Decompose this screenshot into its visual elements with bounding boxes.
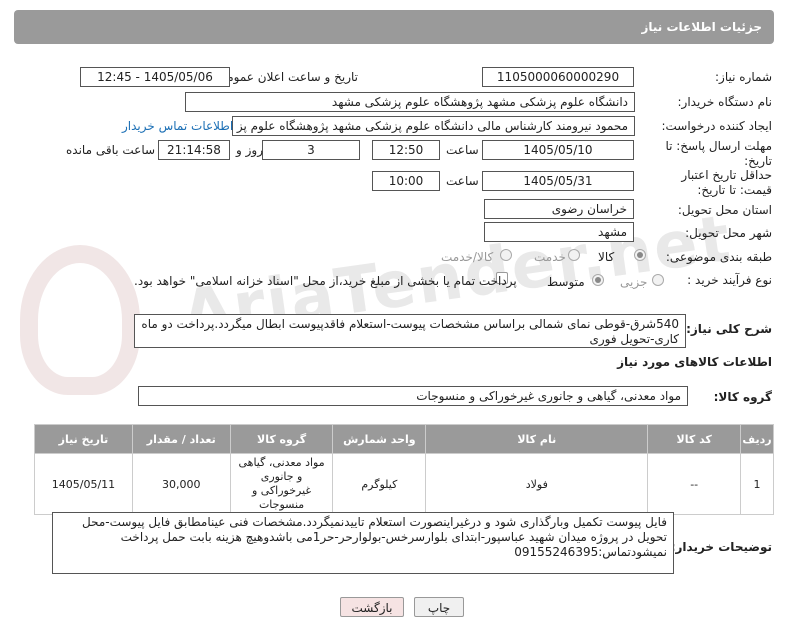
goods-group-field: مواد معدنی، گیاهی و جانوری غیرخوراکی و م… [138,386,688,406]
process-radio-medium[interactable] [592,274,604,286]
requester-field: محمود نیرومند کارشناس مالی دانشگاه علوم … [232,116,635,136]
buyer-org-field: دانشگاه علوم پزشکی مشهد پژوهشگاه علوم پز… [185,92,635,112]
process-option-minor: جزیی [620,275,648,289]
remaining-time-field: 21:14:58 [158,140,230,160]
buyer-notes-label: توضیحات خریدار: [670,540,772,554]
days-remaining-field: 3 [262,140,360,160]
buyer-contact-link[interactable]: اطلاعات تماس خریدار [122,119,233,133]
category-radio-service[interactable] [568,249,580,261]
requester-label: ایجاد کننده درخواست: [661,119,772,133]
process-radio-minor[interactable] [652,274,664,286]
category-label: طبقه بندی موضوعی: [665,250,772,264]
price-validity-label: حداقل تاریخ اعتبار قیمت: تا تاریخ: [681,168,772,197]
need-details-page: AriaTender.net جزئیات اطلاعات نیاز شماره… [0,0,788,632]
category-radio-goods-service[interactable] [500,249,512,261]
col-need-date: تاریخ نیاز [34,424,133,454]
col-goods-group: گروه کالا [229,424,334,454]
description-textarea: 540شرق-قوطی نمای شمالی براساس مشخصات پیو… [134,314,686,348]
category-option-goods-service: کالا/خدمت [441,250,494,264]
need-number-field: 1105000060000290 [482,67,634,87]
cell-goods-code: -- [647,453,742,515]
deadline-time-field: 12:50 [372,140,440,160]
deadline-time-label: ساعت [446,143,479,157]
goods-section-title: اطلاعات کالاهای مورد نیاز [617,355,772,369]
days-label: روز و [236,143,263,157]
province-label: استان محل تحویل: [677,203,772,217]
watermark-logo [20,245,140,395]
goods-table: ردیف کد کالا نام کالا واحد شمارش گروه کا… [34,424,774,515]
cell-quantity: 30,000 [131,453,231,515]
goods-group-label: گروه کالا: [713,390,772,404]
process-type-label: نوع فرآیند خرید : [687,273,772,287]
buyer-org-label: نام دستگاه خریدار: [677,95,773,109]
city-field: مشهد [484,222,634,242]
deadline-label: مهلت ارسال پاسخ: تا تاریخ: [665,139,772,168]
cell-goods-name: فولاد [425,453,649,515]
need-number-label: شماره نیاز: [715,70,772,84]
announce-date-label: تاریخ و ساعت اعلان عمومی: [213,70,358,84]
cell-goods-group: مواد معدنی، گیاهی و جانوری غیرخوراکی و م… [229,453,334,515]
col-quantity: تعداد / مقدار [131,424,231,454]
category-radio-goods[interactable] [634,249,646,261]
process-option-medium: متوسط [547,275,585,289]
category-option-goods: کالا [598,250,615,264]
col-row-number: ردیف [740,424,774,454]
col-goods-code: کد کالا [647,424,742,454]
page-title: جزئیات اطلاعات نیاز [641,20,762,34]
validity-time-field: 10:00 [372,171,440,191]
col-unit: واحد شمارش [332,424,427,454]
remaining-time-label: ساعت باقی مانده [66,143,156,157]
table-row: 1 -- فولاد کیلوگرم مواد معدنی، گیاهی و ج… [34,453,774,515]
col-goods-name: نام کالا [425,424,649,454]
deadline-date-field: 1405/05/10 [482,140,634,160]
cell-need-date: 1405/05/11 [34,453,133,515]
announce-date-field: 1405/05/06 - 12:45 [80,67,230,87]
print-button[interactable]: چاپ [414,597,464,617]
back-button[interactable]: بازگشت [340,597,404,617]
goods-table-header: ردیف کد کالا نام کالا واحد شمارش گروه کا… [34,424,774,454]
cell-unit: کیلوگرم [332,453,427,515]
province-field: خراسان رضوی [484,199,634,219]
city-label: شهر محل تحویل: [685,226,772,240]
validity-date-field: 1405/05/31 [482,171,634,191]
validity-time-label: ساعت [446,174,479,188]
buyer-notes-textarea: فایل پیوست تکمیل وبارگذاری شود و درغیرای… [52,512,674,574]
category-option-service: خدمت [534,250,566,264]
page-header: جزئیات اطلاعات نیاز [14,10,774,44]
cell-row-number: 1 [740,453,774,515]
description-label: شرح کلی نیاز: [686,322,772,336]
treasury-payment-note: پرداخت تمام یا بخشی از مبلغ خرید،از محل … [134,274,517,288]
